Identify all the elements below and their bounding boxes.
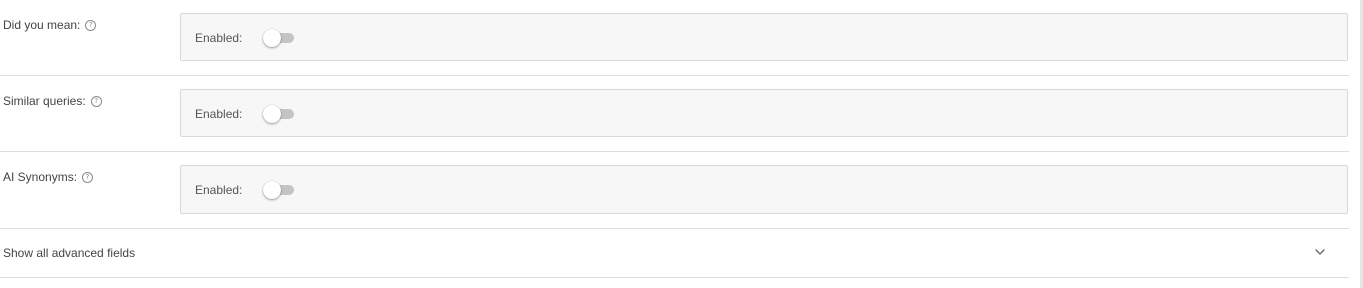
setting-row-did-you-mean: Did you mean: ? Enabled:	[0, 0, 1349, 76]
show-advanced-fields-toggle[interactable]: Show all advanced fields	[0, 229, 1349, 278]
enabled-label: Enabled:	[195, 183, 243, 197]
setting-label-text: Similar queries:	[3, 94, 86, 108]
help-icon[interactable]: ?	[82, 171, 94, 183]
setting-label-ai-synonyms: AI Synonyms: ?	[3, 170, 94, 184]
setting-label-text: AI Synonyms:	[3, 170, 78, 184]
help-icon[interactable]: ?	[85, 19, 97, 31]
toggle-knob	[263, 105, 281, 123]
toggle-knob	[263, 29, 281, 47]
setting-field-did-you-mean: Enabled:	[180, 13, 1348, 61]
setting-field-similar-queries: Enabled:	[180, 89, 1348, 137]
setting-label-text: Did you mean:	[3, 18, 81, 32]
show-advanced-fields-label: Show all advanced fields	[3, 246, 136, 260]
setting-label-similar-queries: Similar queries: ?	[3, 94, 102, 108]
setting-row-similar-queries: Similar queries: ? Enabled:	[0, 76, 1349, 152]
ai-synonyms-enabled-toggle[interactable]	[263, 181, 295, 199]
setting-field-ai-synonyms: Enabled:	[180, 165, 1348, 214]
did-you-mean-enabled-toggle[interactable]	[263, 29, 295, 47]
enabled-label: Enabled:	[195, 107, 243, 121]
help-icon[interactable]: ?	[90, 95, 102, 107]
toggle-knob	[263, 181, 281, 199]
search-settings-panel: Did you mean: ? Enabled: Similar queries…	[0, 0, 1349, 288]
chevron-down-icon[interactable]	[1313, 245, 1327, 259]
similar-queries-enabled-toggle[interactable]	[263, 105, 295, 123]
setting-label-did-you-mean: Did you mean: ?	[3, 18, 97, 32]
setting-row-ai-synonyms: AI Synonyms: ? Enabled:	[0, 152, 1349, 229]
enabled-label: Enabled:	[195, 31, 243, 45]
